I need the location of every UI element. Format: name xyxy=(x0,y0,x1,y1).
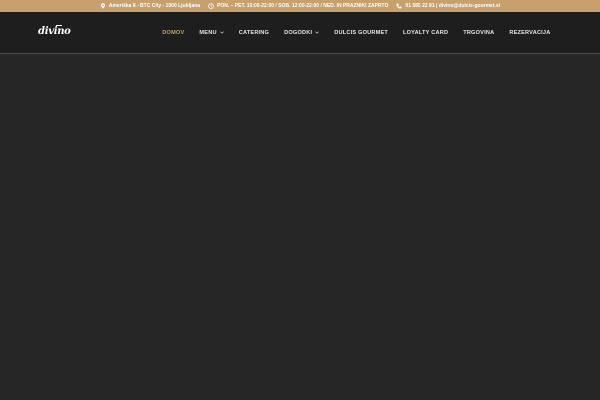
nav-label: DULCIS GOURMET xyxy=(334,29,389,36)
main-content-area xyxy=(0,54,600,400)
nav-item-dogodki[interactable]: DOGODKI xyxy=(277,30,327,36)
nav-item-dulcis-gourmet[interactable]: DULCIS GOURMET xyxy=(327,30,396,36)
nav-item-trgovina[interactable]: TRGOVINA xyxy=(456,30,502,36)
nav-label: REZERVACIJA xyxy=(509,29,551,36)
site-logo[interactable]: divino xyxy=(38,25,71,38)
top-info-bar: Ameriška 8 - BTC City - 1000 Ljubljana P… xyxy=(0,0,600,12)
address-text: Ameriška 8 - BTC City - 1000 Ljubljana xyxy=(108,3,201,9)
nav-label: LOYALTY CARD xyxy=(403,29,449,36)
main-header: divino DOMOV MENU CATERING DOGODKI DULCI… xyxy=(0,12,600,54)
chevron-down-icon xyxy=(315,31,320,34)
nav-label: MENU xyxy=(199,29,217,36)
hours-item: PON. – PET. 10:00-22:00 / SOB. 12:00-22:… xyxy=(208,3,388,9)
contact-item[interactable]: 01 585 22 81 | divino@dulcis-gourmet.si xyxy=(396,3,500,9)
nav-item-catering[interactable]: CATERING xyxy=(231,30,276,36)
chevron-down-icon xyxy=(219,31,224,34)
map-pin-icon xyxy=(100,3,106,9)
contact-text[interactable]: 01 585 22 81 | divino@dulcis-gourmet.si xyxy=(405,3,500,9)
address-item: Ameriška 8 - BTC City - 1000 Ljubljana xyxy=(100,3,200,9)
hours-text: PON. – PET. 10:00-22:00 / SOB. 12:00-22:… xyxy=(217,3,389,9)
main-navigation: DOMOV MENU CATERING DOGODKI DULCIS GOURM… xyxy=(155,12,558,53)
nav-label: DOGODKI xyxy=(284,29,313,36)
nav-label: CATERING xyxy=(238,29,270,36)
nav-item-menu[interactable]: MENU xyxy=(192,30,231,36)
nav-label: DOMOV xyxy=(162,29,185,36)
clock-icon xyxy=(208,3,214,9)
nav-item-rezervacija[interactable]: REZERVACIJA xyxy=(502,30,558,36)
nav-item-domov[interactable]: DOMOV xyxy=(155,30,192,36)
phone-icon xyxy=(396,3,402,9)
nav-item-loyalty-card[interactable]: LOYALTY CARD xyxy=(396,30,456,36)
logo-accent-mark xyxy=(56,25,62,29)
nav-label: TRGOVINA xyxy=(463,29,495,36)
